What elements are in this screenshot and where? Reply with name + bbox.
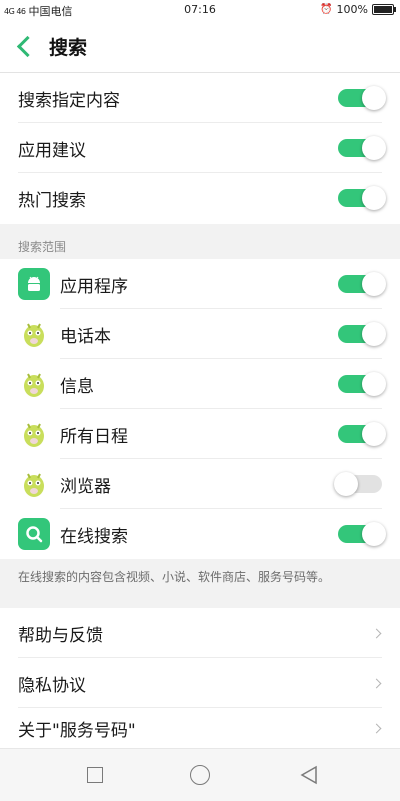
setting-label: 热门搜索 <box>18 190 86 211</box>
status-bar: 4G 46 中国电信 07:16 ⏰ 100% <box>0 0 400 20</box>
toggle-switch[interactable] <box>338 322 386 346</box>
toggle-knob <box>362 422 386 446</box>
android-icon <box>18 268 50 300</box>
toggle-switch[interactable] <box>338 86 386 110</box>
chevron-right-icon <box>371 628 382 638</box>
link-row-privacy[interactable]: 隐私协议 <box>0 658 400 708</box>
home-icon[interactable] <box>190 765 210 785</box>
mascot-icon <box>24 373 44 397</box>
recent-apps-icon[interactable] <box>87 767 103 783</box>
setting-label: 信息 <box>60 376 94 397</box>
toggle-knob <box>362 86 386 110</box>
scope-row-calendar[interactable]: 所有日程 <box>0 409 400 459</box>
section-header: 搜索范围 <box>18 240 67 254</box>
footnote-area: 在线搜索的内容包含视频、小说、软件商店、服务号码等。 <box>0 559 400 608</box>
link-row-help-feedback[interactable]: 帮助与反馈 <box>0 608 400 658</box>
back-triangle-icon[interactable] <box>300 765 318 785</box>
toggle-knob <box>362 186 386 210</box>
battery-icon <box>372 4 396 15</box>
chevron-right-icon <box>371 678 382 688</box>
page-title: 搜索 <box>49 36 88 59</box>
mascot-icon <box>24 473 44 497</box>
setting-row-hot-search[interactable]: 热门搜索 <box>0 173 400 223</box>
setting-label: 应用程序 <box>60 276 128 297</box>
toggle-switch[interactable] <box>338 136 386 160</box>
system-nav-bar <box>0 748 400 801</box>
setting-row-app-suggestions[interactable]: 应用建议 <box>0 123 400 173</box>
setting-label: 浏览器 <box>60 476 111 497</box>
mascot-icon <box>24 323 44 347</box>
link-label: 隐私协议 <box>18 675 86 696</box>
toggle-switch[interactable] <box>338 372 386 396</box>
app-header: 搜索 <box>0 20 400 73</box>
toggle-switch[interactable] <box>338 186 386 210</box>
setting-row-search-specific[interactable]: 搜索指定内容 <box>0 73 400 123</box>
battery-fill <box>374 6 392 13</box>
scope-row-apps[interactable]: 应用程序 <box>0 259 400 309</box>
setting-label: 应用建议 <box>18 140 86 161</box>
toggle-switch[interactable] <box>338 422 386 446</box>
mascot-icon <box>24 423 44 447</box>
toggle-switch[interactable] <box>334 472 382 496</box>
setting-label: 在线搜索 <box>60 526 128 547</box>
setting-label: 所有日程 <box>60 426 128 447</box>
toggle-knob <box>362 372 386 396</box>
back-arrow-icon[interactable] <box>16 35 39 57</box>
toggle-knob <box>362 136 386 160</box>
link-label: 关于"服务号码" <box>18 720 136 741</box>
search-icon <box>18 518 50 550</box>
scope-row-online-search[interactable]: 在线搜索 <box>0 509 400 559</box>
link-row-about-service[interactable]: 关于"服务号码" <box>0 708 400 748</box>
scope-row-browser[interactable]: 浏览器 <box>0 459 400 509</box>
chevron-right-icon <box>371 723 382 733</box>
toggle-switch[interactable] <box>338 272 386 296</box>
scope-row-messages[interactable]: 信息 <box>0 359 400 409</box>
toggle-knob <box>362 522 386 546</box>
alarm-icon: ⏰ <box>320 4 333 15</box>
battery-percent: 100% <box>336 3 368 16</box>
setting-label: 搜索指定内容 <box>18 90 120 111</box>
footnote-text: 在线搜索的内容包含视频、小说、软件商店、服务号码等。 <box>18 570 331 584</box>
toggle-knob <box>334 472 358 496</box>
setting-label: 电话本 <box>60 326 111 347</box>
scope-row-contacts[interactable]: 电话本 <box>0 309 400 359</box>
toggle-knob <box>362 272 386 296</box>
toggle-knob <box>362 322 386 346</box>
toggle-switch[interactable] <box>338 522 386 546</box>
link-label: 帮助与反馈 <box>18 625 103 646</box>
section-header-bar: 搜索范围 <box>0 224 400 259</box>
